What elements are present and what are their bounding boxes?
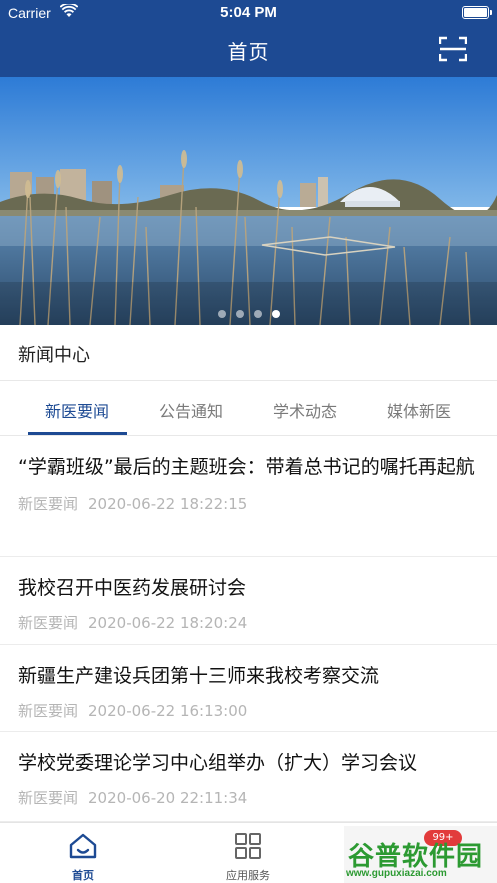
news-datetime: 2020-06-22 16:13:00 xyxy=(88,702,248,720)
status-bar: Carrier 5:04 PM xyxy=(0,0,497,26)
news-meta: 新医要闻 2020-06-22 16:13:00 xyxy=(0,700,497,721)
news-item[interactable]: 新疆生产建设兵团第十三师来我校考察交流 新医要闻 2020-06-22 16:13… xyxy=(0,645,497,732)
site-watermark: 99+ 谷普软件园 www.gupuxiazai.com xyxy=(344,826,497,883)
apps-grid-icon xyxy=(235,833,261,859)
banner-image xyxy=(0,77,497,325)
tabbar-label: 应用服务 xyxy=(226,869,270,882)
carousel-dot[interactable] xyxy=(217,310,226,318)
news-category: 新医要闻 xyxy=(18,789,79,807)
carousel-dot-active[interactable] xyxy=(271,310,280,318)
news-meta: 新医要闻 2020-06-22 18:20:24 xyxy=(0,612,497,633)
banner-carousel[interactable] xyxy=(0,77,497,325)
carousel-dot[interactable] xyxy=(253,310,262,318)
tab-media[interactable]: 媒体新医 xyxy=(364,398,474,422)
news-title: 我校召开中医药发展研讨会 xyxy=(18,577,247,599)
news-item[interactable]: 学校党委理论学习中心组举办（扩大）学习会议 新医要闻 2020-06-20 22:… xyxy=(0,732,497,822)
news-datetime: 2020-06-20 22:11:34 xyxy=(88,789,248,807)
news-datetime: 2020-06-22 18:20:24 xyxy=(88,614,248,632)
news-meta: 新医要闻 2020-06-22 18:22:15 xyxy=(0,493,497,514)
news-category: 新医要闻 xyxy=(18,702,79,720)
status-time: 5:04 PM xyxy=(220,4,277,21)
scan-icon[interactable] xyxy=(439,36,467,62)
news-item[interactable]: “学霸班级”最后的主题班会：带着总书记的嘱托再起航 新医要闻 2020-06-22… xyxy=(0,436,497,557)
news-tabs: 新医要闻 公告通知 学术动态 媒体新医 xyxy=(0,381,497,436)
news-category: 新医要闻 xyxy=(18,495,79,513)
news-title: 学校党委理论学习中心组举办（扩大）学习会议 xyxy=(18,752,418,774)
watermark-url: www.gupuxiazai.com xyxy=(346,868,447,879)
section-title: 新闻中心 xyxy=(18,345,90,366)
tab-announcements[interactable]: 公告通知 xyxy=(136,398,246,422)
news-title: “学霸班级”最后的主题班会：带着总书记的嘱托再起航 xyxy=(18,456,475,478)
carousel-dot[interactable] xyxy=(235,310,244,318)
news-title: 新疆生产建设兵团第十三师来我校考察交流 xyxy=(18,665,380,687)
tabbar-item-home[interactable]: 首页 xyxy=(43,831,123,883)
home-icon xyxy=(69,833,97,859)
news-list: “学霸班级”最后的主题班会：带着总书记的嘱托再起航 新医要闻 2020-06-22… xyxy=(0,436,497,822)
tab-news[interactable]: 新医要闻 xyxy=(22,398,132,422)
carousel-pagination xyxy=(0,303,497,322)
tabbar-label: 首页 xyxy=(72,869,94,882)
news-meta: 新医要闻 2020-06-20 22:11:34 xyxy=(0,787,497,808)
news-category: 新医要闻 xyxy=(18,614,79,632)
tab-academic[interactable]: 学术动态 xyxy=(250,398,360,422)
news-datetime: 2020-06-22 18:22:15 xyxy=(88,495,248,513)
app-header: Carrier 5:04 PM 首页 xyxy=(0,0,497,77)
battery-icon xyxy=(462,6,492,19)
news-item[interactable]: 我校召开中医药发展研讨会 新医要闻 2020-06-22 18:20:24 xyxy=(0,557,497,645)
page-title: 首页 xyxy=(227,40,270,64)
tabbar-item-apps[interactable]: 应用服务 xyxy=(208,831,288,883)
